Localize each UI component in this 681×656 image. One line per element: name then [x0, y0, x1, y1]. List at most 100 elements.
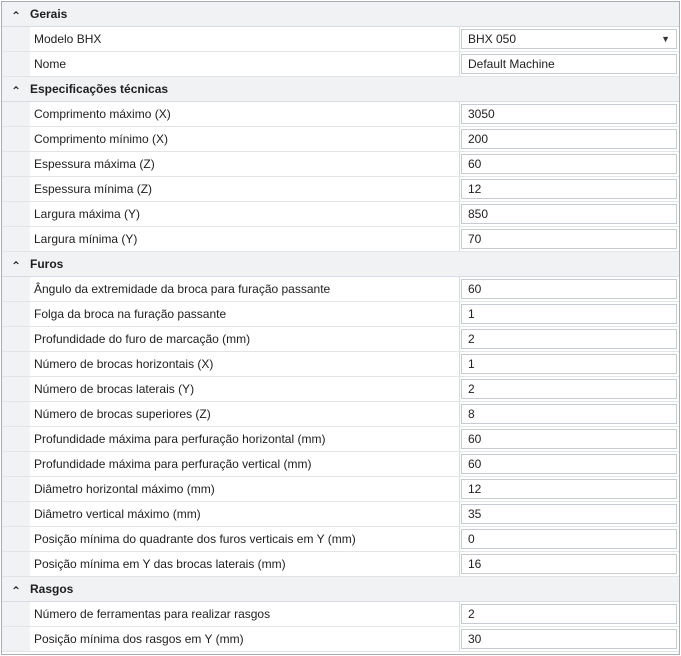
- row-gutter: [2, 152, 30, 176]
- property-row-profundidade-maxima-para-perfuracao-vertical-mm: Profundidade máxima para perfuração vert…: [2, 452, 679, 477]
- property-value-input[interactable]: 60: [461, 154, 677, 174]
- property-value-input[interactable]: 60: [461, 429, 677, 449]
- property-value-input[interactable]: 70: [461, 229, 677, 249]
- property-label: Posição mínima do quadrante dos furos ve…: [30, 527, 460, 551]
- property-value-input[interactable]: 3050: [461, 104, 677, 124]
- row-gutter: [2, 527, 30, 551]
- row-gutter: [2, 477, 30, 501]
- property-row-modelo-bhx: Modelo BHX BHX 050 ▼: [2, 27, 679, 52]
- property-value-cell: 8: [460, 402, 679, 426]
- property-label: Nome: [30, 52, 460, 76]
- property-value-input[interactable]: 2: [461, 329, 677, 349]
- row-gutter: [2, 52, 30, 76]
- property-value-input[interactable]: 60: [461, 279, 677, 299]
- property-label: Espessura mínima (Z): [30, 177, 460, 201]
- property-value-text: 70: [468, 232, 482, 246]
- property-value-input[interactable]: Default Machine: [461, 54, 677, 74]
- property-value-text: 3050: [468, 107, 495, 121]
- row-gutter: [2, 627, 30, 651]
- property-value-text: 2: [468, 607, 475, 621]
- row-gutter: [2, 502, 30, 526]
- row-gutter: [2, 602, 30, 626]
- property-row-numero-de-brocas-laterais-y: Número de brocas laterais (Y) 2: [2, 377, 679, 402]
- property-value-input[interactable]: 1: [461, 304, 677, 324]
- property-row-largura-minima-y: Largura mínima (Y) 70: [2, 227, 679, 252]
- property-value-cell: 16: [460, 552, 679, 576]
- row-gutter: [2, 427, 30, 451]
- property-value-input[interactable]: 12: [461, 179, 677, 199]
- property-label: Modelo BHX: [30, 27, 460, 51]
- property-label: Ângulo da extremidade da broca para fura…: [30, 277, 460, 301]
- property-value-cell: 12: [460, 477, 679, 501]
- property-value-input[interactable]: 16: [461, 554, 677, 574]
- property-value-input[interactable]: 2: [461, 379, 677, 399]
- row-gutter: [2, 352, 30, 376]
- property-row-numero-de-ferramentas-para-realizar-rasgos: Número de ferramentas para realizar rasg…: [2, 602, 679, 627]
- property-value-text: 2: [468, 332, 475, 346]
- property-value-text: 850: [468, 207, 489, 221]
- chevron-up-icon[interactable]: ⌃: [2, 6, 30, 22]
- property-row-largura-maxima-y: Largura máxima (Y) 850: [2, 202, 679, 227]
- property-row-profundidade-maxima-para-perfuracao-horizontal-mm: Profundidade máxima para perfuração hori…: [2, 427, 679, 452]
- property-value-text: 8: [468, 407, 475, 421]
- property-value-text: 35: [468, 507, 482, 521]
- row-gutter: [2, 102, 30, 126]
- property-label: Posição mínima dos rasgos em Y (mm): [30, 627, 460, 651]
- property-row-comprimento-maximo-x: Comprimento máximo (X) 3050: [2, 102, 679, 127]
- row-gutter: [2, 127, 30, 151]
- property-value-input[interactable]: 200: [461, 129, 677, 149]
- property-value-cell: 2: [460, 327, 679, 351]
- property-label: Diâmetro horizontal máximo (mm): [30, 477, 460, 501]
- property-value-input[interactable]: 30: [461, 629, 677, 649]
- chevron-up-icon[interactable]: ⌃: [2, 81, 30, 97]
- property-value-cell: 1: [460, 302, 679, 326]
- property-value-text: 2: [468, 382, 475, 396]
- property-value-cell: 2: [460, 602, 679, 626]
- model-dropdown[interactable]: BHX 050 ▼: [461, 29, 677, 49]
- property-value-cell: 70: [460, 227, 679, 251]
- property-value-input[interactable]: 2: [461, 604, 677, 624]
- property-value-cell: 3050: [460, 102, 679, 126]
- category-header-furos[interactable]: ⌃ Furos: [2, 252, 679, 277]
- property-label: Espessura máxima (Z): [30, 152, 460, 176]
- property-value-text: 60: [468, 157, 482, 171]
- category-title: Gerais: [30, 7, 68, 21]
- property-value-input[interactable]: 1: [461, 354, 677, 374]
- property-value-text: 60: [468, 432, 482, 446]
- property-value-cell: 60: [460, 452, 679, 476]
- property-row-espessura-minima-z: Espessura mínima (Z) 12: [2, 177, 679, 202]
- chevron-up-icon[interactable]: ⌃: [2, 581, 30, 597]
- category-header-gerais[interactable]: ⌃ Gerais: [2, 2, 679, 27]
- property-value-text: 1: [468, 307, 475, 321]
- property-grid: ⌃ Gerais Modelo BHX BHX 050 ▼ Nome Default Mac…: [1, 1, 680, 655]
- caret-down-icon[interactable]: ▼: [661, 34, 670, 44]
- row-gutter: [2, 202, 30, 226]
- property-value-text: 16: [468, 557, 482, 571]
- property-value-input[interactable]: 35: [461, 504, 677, 524]
- chevron-up-icon[interactable]: ⌃: [2, 256, 30, 272]
- property-value-cell: 0: [460, 527, 679, 551]
- category-header-rasgos[interactable]: ⌃ Rasgos: [2, 577, 679, 602]
- property-value-cell: Default Machine: [460, 52, 679, 76]
- property-value-cell: 12: [460, 177, 679, 201]
- property-label: Profundidade máxima para perfuração vert…: [30, 452, 460, 476]
- row-gutter: [2, 402, 30, 426]
- property-value-text: 0: [468, 532, 475, 546]
- property-value-input[interactable]: 60: [461, 454, 677, 474]
- property-value-text: 12: [468, 482, 482, 496]
- property-value-input[interactable]: 850: [461, 204, 677, 224]
- property-value-input[interactable]: 0: [461, 529, 677, 549]
- category-header-especificacoes-tecnicas[interactable]: ⌃ Especificações técnicas: [2, 77, 679, 102]
- row-gutter: [2, 302, 30, 326]
- property-label: Comprimento mínimo (X): [30, 127, 460, 151]
- property-label: Largura máxima (Y): [30, 202, 460, 226]
- property-value-input[interactable]: 8: [461, 404, 677, 424]
- property-label: Número de ferramentas para realizar rasg…: [30, 602, 460, 626]
- property-value-text: 1: [468, 357, 475, 371]
- property-value-cell: 60: [460, 427, 679, 451]
- property-value-input[interactable]: 12: [461, 479, 677, 499]
- property-value-text: 30: [468, 632, 482, 646]
- property-value-text: Default Machine: [468, 57, 555, 71]
- property-row-diametro-horizontal-maximo-mm: Diâmetro horizontal máximo (mm) 12: [2, 477, 679, 502]
- property-value-cell: BHX 050 ▼: [460, 27, 679, 51]
